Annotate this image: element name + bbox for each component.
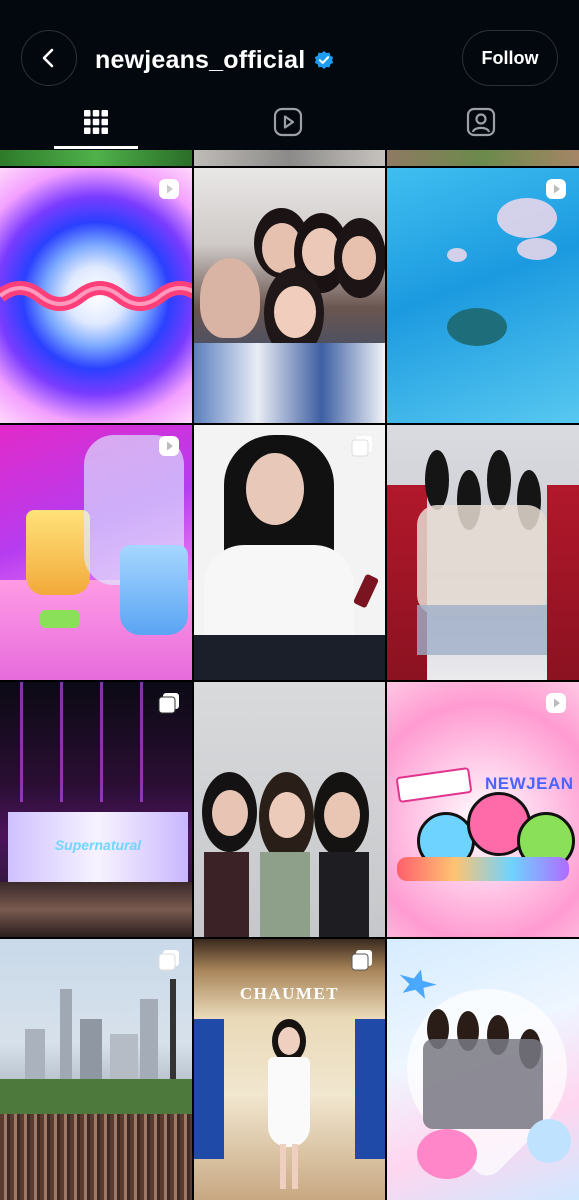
reels-icon [159, 436, 179, 456]
profile-header: newjeans_official Follow [0, 0, 579, 150]
tagged-icon [466, 107, 496, 137]
posts-grid: Supernatural NEWJEAN CHAUMET [0, 150, 579, 1200]
grid-post[interactable] [194, 150, 385, 166]
multiple-images-icon [158, 950, 179, 971]
screen-text: Supernatural [54, 837, 142, 853]
reels-icon [546, 693, 566, 713]
grid-post[interactable] [0, 425, 192, 680]
title: newjeans_official [95, 40, 335, 80]
multiple-images-icon [158, 693, 179, 714]
verified-badge-icon [315, 51, 334, 69]
grid-icon [84, 110, 108, 134]
grid-post[interactable]: CHAUMET [194, 939, 385, 1200]
follow-button[interactable]: Follow [462, 30, 558, 86]
grid-post[interactable] [194, 168, 385, 423]
reels-icon [159, 179, 179, 199]
grid-post[interactable] [0, 150, 192, 166]
multiple-images-icon [351, 436, 372, 457]
tab-reels[interactable] [260, 100, 316, 144]
active-tab-indicator [54, 146, 138, 149]
chevron-left-icon [42, 48, 54, 68]
grid-post[interactable] [387, 168, 579, 423]
grid-post[interactable] [387, 150, 579, 166]
grid-post[interactable] [387, 425, 579, 680]
grid-post[interactable] [0, 168, 192, 423]
grid-post[interactable] [0, 939, 192, 1200]
grid-post[interactable] [194, 682, 385, 937]
grid-post[interactable]: NEWJEAN [387, 682, 579, 937]
username: newjeans_official [95, 45, 306, 74]
back-button[interactable] [21, 30, 77, 86]
grid-post[interactable]: Supernatural [0, 682, 192, 937]
multiple-images-icon [351, 950, 372, 971]
wavy-logo [0, 281, 192, 311]
tab-tagged[interactable] [453, 100, 509, 144]
reels-icon [273, 107, 303, 137]
reels-icon [546, 179, 566, 199]
tab-grid[interactable] [68, 100, 124, 144]
brand-sign: CHAUMET [239, 984, 340, 1003]
grid-post[interactable] [387, 939, 579, 1200]
grid-post[interactable] [194, 425, 385, 680]
